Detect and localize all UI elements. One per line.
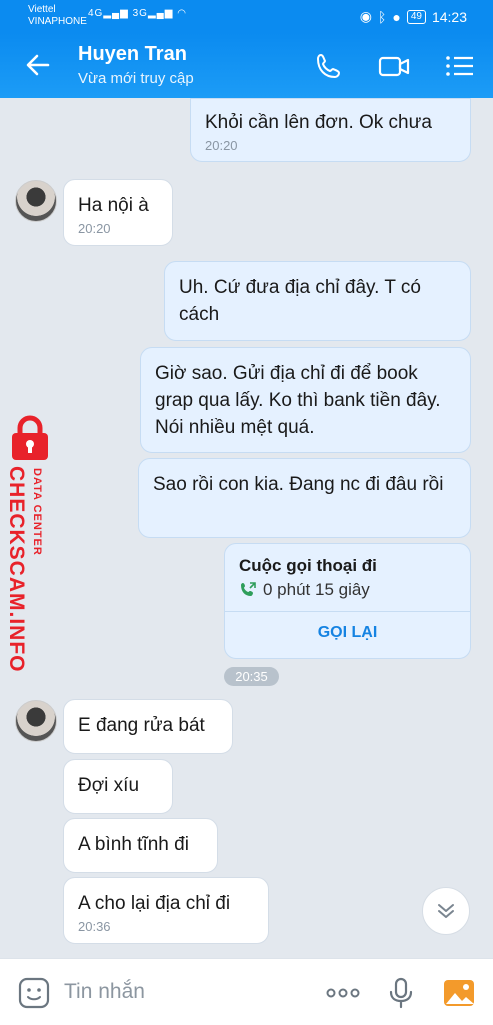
- contact-status: Vừa mới truy cập: [78, 70, 194, 87]
- signal-icon: ▂▄▆: [103, 8, 129, 19]
- wifi-icon: ◠: [177, 8, 187, 19]
- back-arrow-icon[interactable]: [22, 49, 54, 81]
- message-bubble[interactable]: A bình tĩnh đi: [63, 818, 218, 873]
- sticker-icon[interactable]: [17, 976, 51, 1010]
- carrier-2: VINAPHONE: [28, 16, 87, 27]
- message-bubble[interactable]: Ha nội à 20:20: [63, 179, 173, 246]
- clock: 14:23: [431, 8, 467, 25]
- divider: [225, 611, 470, 612]
- carrier-1: Viettel: [28, 4, 56, 15]
- message-text: Giờ sao. Gửi địa chỉ đi để book grap qua…: [155, 363, 441, 438]
- menu-list-icon[interactable]: [444, 50, 476, 82]
- call-back-button[interactable]: GỌI LẠI: [225, 624, 470, 642]
- signal-icon: ▂▄▆: [147, 8, 174, 19]
- signal-icons: 4G▂▄▆ 3G▂▄▆ ◠: [88, 8, 187, 19]
- double-chevron-down-icon: [438, 904, 454, 918]
- call-duration: 0 phút 15 giây: [263, 580, 370, 599]
- watermark-small-text: DATA CENTER: [31, 468, 43, 556]
- message-time: 20:20: [78, 221, 111, 236]
- message-bubble[interactable]: A cho lại địa chỉ đi 20:36: [63, 877, 269, 944]
- contact-name[interactable]: Huyen Tran: [78, 43, 187, 66]
- location-icon: ●: [392, 8, 401, 25]
- lock-icon: [12, 415, 48, 460]
- message-bubble[interactable]: Sao rồi con kia. Đang nc đi đâu rồi: [138, 458, 471, 538]
- message-bubble[interactable]: Đợi xíu: [63, 759, 173, 814]
- message-input[interactable]: Tin nhắn: [64, 980, 145, 1004]
- call-duration-row: 0 phút 15 giây: [239, 580, 370, 600]
- message-time: 20:20: [205, 138, 238, 153]
- message-text: E đang rửa bát: [78, 715, 205, 736]
- phone-icon[interactable]: [313, 50, 345, 82]
- bluetooth-icon: ᛒ: [377, 8, 387, 25]
- time-separator: 20:35: [224, 667, 279, 686]
- message-input-bar: Tin nhắn: [0, 958, 493, 1025]
- chat-header: Huyen Tran Vừa mới truy cập: [0, 33, 493, 98]
- message-text: Khỏi cần lên đơn. Ok chưa: [205, 112, 432, 133]
- message-bubble[interactable]: Khỏi cần lên đơn. Ok chưa 20:20: [190, 98, 471, 162]
- more-icon[interactable]: [326, 976, 360, 1010]
- gallery-icon[interactable]: [442, 976, 476, 1010]
- network-1-label: 4G: [88, 8, 104, 19]
- avatar[interactable]: [15, 180, 57, 222]
- message-list[interactable]: Khỏi cần lên đơn. Ok chưa 20:20 Ha nội à…: [0, 98, 493, 958]
- call-title: Cuộc gọi thoại đi: [239, 556, 377, 575]
- eye-icon: ◉: [359, 8, 372, 24]
- battery-indicator: 49: [406, 9, 426, 24]
- message-text: Ha nội à: [78, 195, 149, 216]
- outgoing-call-icon: [241, 582, 256, 596]
- message-bubble[interactable]: Giờ sao. Gửi địa chỉ đi để book grap qua…: [140, 347, 471, 453]
- message-bubble[interactable]: Uh. Cứ đưa địa chỉ đây. T có cách: [164, 261, 471, 341]
- message-text: Uh. Cứ đưa địa chỉ đây. T có cách: [179, 277, 421, 325]
- status-bar: Viettel VINAPHONE 4G▂▄▆ 3G▂▄▆ ◠ ◉ ᛒ ● 49…: [0, 0, 493, 33]
- message-text: A cho lại địa chỉ đi: [78, 893, 231, 914]
- network-2-label: 3G: [132, 8, 148, 19]
- watermark: CHECKSCAM.INFO DATA CENTER: [0, 410, 60, 673]
- microphone-icon[interactable]: [384, 976, 418, 1010]
- message-text: Sao rồi con kia. Đang nc đi đâu rồi: [153, 474, 444, 495]
- message-bubble[interactable]: E đang rửa bát: [63, 699, 233, 754]
- video-call-icon[interactable]: [378, 50, 410, 82]
- call-card[interactable]: Cuộc gọi thoại đi 0 phút 15 giây GỌI LẠI: [224, 543, 471, 659]
- message-time: 20:36: [78, 919, 111, 934]
- avatar[interactable]: [15, 700, 57, 742]
- status-right: ◉ ᛒ ● 49 14:23: [360, 8, 467, 25]
- carrier-info: Viettel VINAPHONE: [28, 4, 87, 28]
- scroll-to-bottom-button[interactable]: [422, 887, 470, 935]
- watermark-big-text: CHECKSCAM.INFO: [5, 466, 28, 673]
- message-text: A bình tĩnh đi: [78, 834, 189, 855]
- message-text: Đợi xíu: [78, 775, 140, 796]
